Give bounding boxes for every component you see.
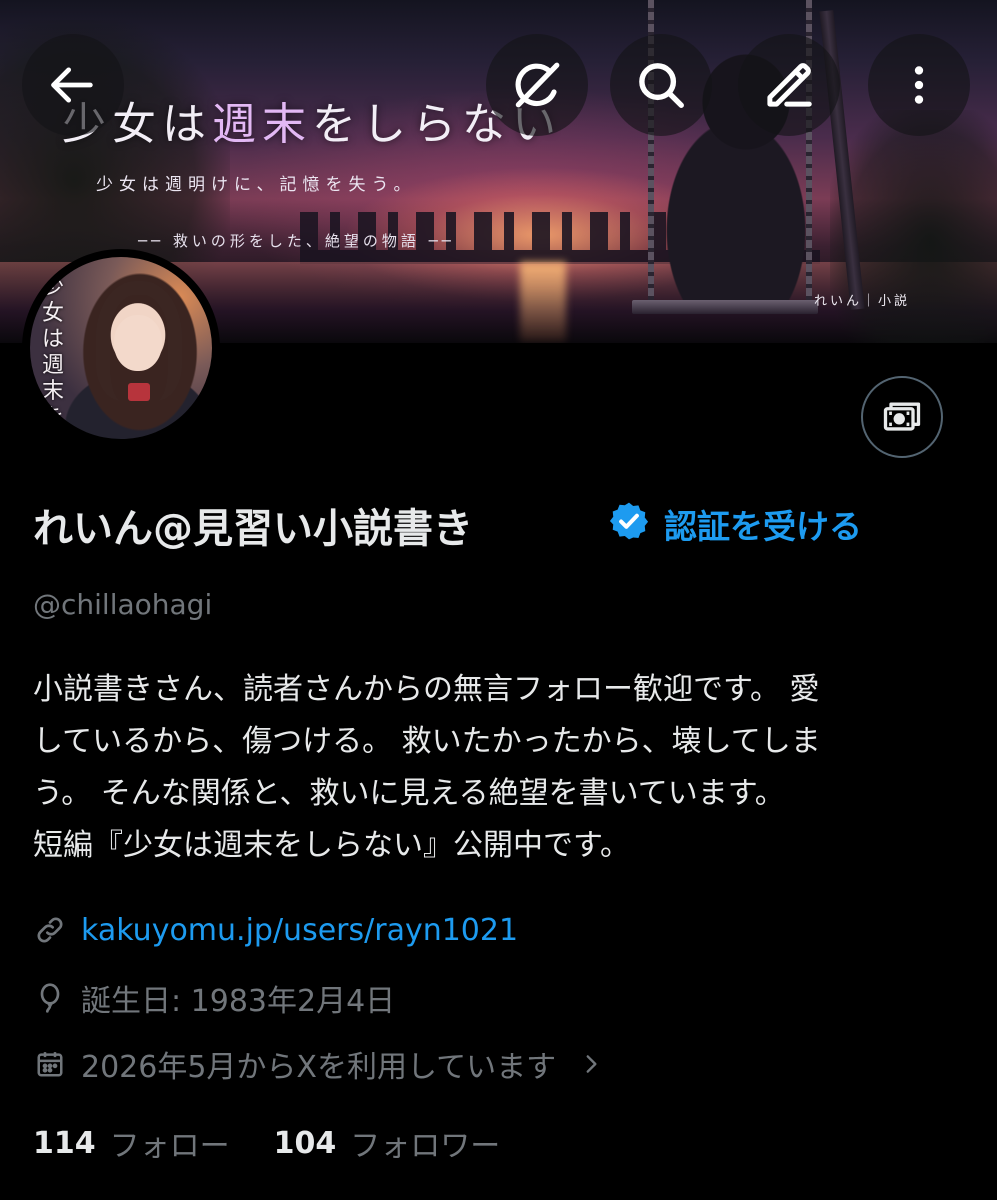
avatar-face [114,315,162,371]
website-row: kakuyomu.jp/users/rayn1021 [33,908,518,952]
birthday-row: 誕生日: 1983年2月4日 [33,976,395,1020]
banner-credit: れいん｜小説 [814,294,911,309]
followers-link[interactable]: 104 フォロワー [274,1121,501,1165]
balloon-icon [33,981,67,1015]
birthday-text: 誕生日: 1983年2月4日 [81,984,396,1019]
display-name: れいん@見習い小説書き [33,506,473,552]
search-icon [639,63,684,108]
followers-label: フォロワー [350,1129,501,1164]
banner-subtitle: ── 救いの形をした、絶望の物語 ── [138,232,455,250]
edit-button[interactable] [738,34,840,136]
user-handle: @chillaohagi [33,588,213,621]
joined-row[interactable]: 2026年5月からXを利用しています [33,1042,604,1086]
verified-badge-icon[interactable] [608,500,650,542]
profile-bio: 小説書きさん、読者さんからの無言フォロー歓迎です。 愛 しているから、傷つける。… [33,672,821,863]
following-link[interactable]: 114 フォロー [33,1121,230,1165]
banner-sun-reflection [520,262,566,342]
calendar-icon [33,1047,67,1081]
avatar-ribbon [128,383,150,401]
followers-count: 104 [273,1125,337,1161]
edit-icon [767,63,812,107]
grok-button[interactable] [486,34,588,136]
back-arrow-icon [51,67,93,103]
chevron-right-icon [578,1051,604,1077]
follow-stats: 114 フォロー 104 フォロワー [33,1120,500,1166]
back-button[interactable] [22,34,124,136]
money-icon [883,402,921,431]
avatar-title-text: 少女は週末をしら [42,275,65,439]
grok-icon [515,62,560,108]
following-label: フォロー [109,1129,230,1164]
following-count: 114 [33,1125,96,1161]
more-options-button[interactable] [868,34,970,136]
profile-avatar[interactable]: 少女は週末をしら [22,249,220,447]
more-vertical-icon [914,66,924,104]
link-icon [33,913,67,947]
banner-tagline: 少女は週明けに、記憶を失う。 [96,175,417,195]
banner-swing-seat [632,300,818,314]
get-verified-link[interactable]: 認証を受ける [664,500,862,548]
avatar-image: 少女は週末をしら [30,257,212,439]
banner-title-accent: 週末 [212,99,312,150]
profile-page: 少女は週末をしらない 少女は週明けに、記憶を失う。 ── 救いの形をした、絶望の… [0,0,997,1200]
website-link[interactable]: kakuyomu.jp/users/rayn1021 [81,913,518,948]
joined-text: 2026年5月からXを利用しています [81,1050,557,1085]
search-button[interactable] [610,34,712,136]
subscribe-button[interactable] [861,376,943,458]
